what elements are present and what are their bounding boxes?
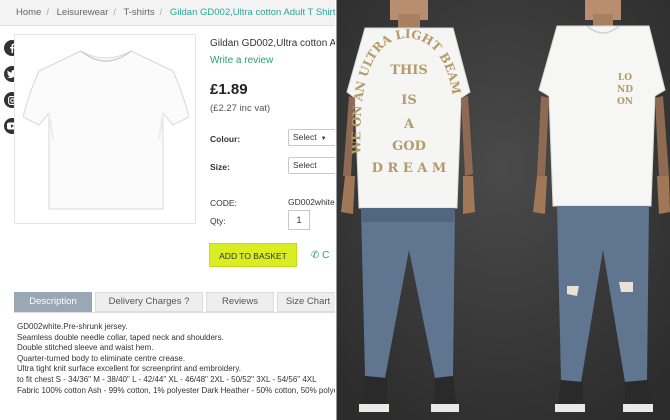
tab-size-chart[interactable]: Size Chart xyxy=(277,292,335,312)
front-print-line: ND xyxy=(617,85,633,95)
description-line: GD002white.Pre-shrunk jersey. xyxy=(17,322,128,331)
model-photos: WE ON AN ULTRA LIGHT BEAM THIS IS A GOD D R E… xyxy=(335,0,670,420)
front-print-line: LO xyxy=(618,73,632,83)
code-label: CODE: xyxy=(210,198,237,208)
white-tshirt-image xyxy=(23,50,189,210)
product-price: £1.89 xyxy=(210,81,248,98)
size-label: Size: xyxy=(210,162,230,172)
add-to-basket-button[interactable]: ADD TO BASKET xyxy=(209,243,297,267)
tab-delivery-charges[interactable]: Delivery Charges ? xyxy=(95,292,203,312)
tab-description[interactable]: Description xyxy=(14,292,92,312)
print-line: THIS xyxy=(390,63,427,78)
phone-icon[interactable]: ✆ C xyxy=(311,250,329,261)
quantity-input[interactable]: 1 xyxy=(288,210,310,230)
breadcrumb-tshirts[interactable]: T-shirts xyxy=(123,7,154,18)
price-inc-vat: (£2.27 inc vat) xyxy=(210,103,271,114)
colour-select[interactable]: Select ▼ xyxy=(288,129,335,146)
description-line: Double stitched sleeve and waist hem. xyxy=(17,343,154,353)
chevron-down-icon: ▼ xyxy=(320,136,327,142)
breadcrumb-home[interactable]: Home xyxy=(16,7,41,18)
colour-label: Colour: xyxy=(210,134,241,144)
model-photo-svg: WE ON AN ULTRA LIGHT BEAMTHISISAGODD R E… xyxy=(335,0,670,420)
code-value: GD002white xyxy=(288,197,335,207)
print-line: A xyxy=(403,117,415,132)
print-line: D R E A M xyxy=(372,161,447,176)
description-line: to fit chest S - 34/36" M - 38/40" L - 4… xyxy=(17,374,317,384)
description-line: Seamless double needle collar, taped nec… xyxy=(17,332,224,342)
description-line: Quarter-turned body to eliminate centre … xyxy=(17,353,186,363)
breadcrumb-current: Gildan GD002,Ultra cotton Adult T Shirt … xyxy=(169,7,335,18)
product-title: Gildan GD002,Ultra cotton Adult T Shirt xyxy=(210,38,335,49)
breadcrumb-leisurewear[interactable]: Leisurewear xyxy=(57,7,109,18)
print-line: IS xyxy=(401,93,416,108)
description-panel: GD002white.Pre-shrunk jersey. Seamless d… xyxy=(17,322,335,396)
print-line: GOD xyxy=(392,139,426,154)
tab-reviews[interactable]: Reviews xyxy=(206,292,274,312)
front-print-line: ON xyxy=(617,97,633,107)
write-review-link[interactable]: Write a review xyxy=(210,55,273,66)
colour-select-value: Select xyxy=(293,132,317,142)
qty-label: Qty: xyxy=(210,216,226,226)
product-image[interactable] xyxy=(14,34,196,224)
size-select[interactable]: Select xyxy=(288,157,335,174)
tab-divider xyxy=(14,312,335,313)
size-select-value: Select xyxy=(293,160,317,170)
product-page-screenshot: Home / Leisurewear / T-shirts / Gildan GD00… xyxy=(0,0,335,420)
breadcrumb: Home / Leisurewear / T-shirts / Gildan GD00… xyxy=(0,0,335,26)
description-line: Ultra tight knit surface excellent for s… xyxy=(17,364,241,374)
product-tabs: Description Delivery Charges ? Reviews S… xyxy=(14,292,335,312)
description-line: Fabric 100% cotton Ash - 99% cotton, 1% … xyxy=(17,385,335,395)
